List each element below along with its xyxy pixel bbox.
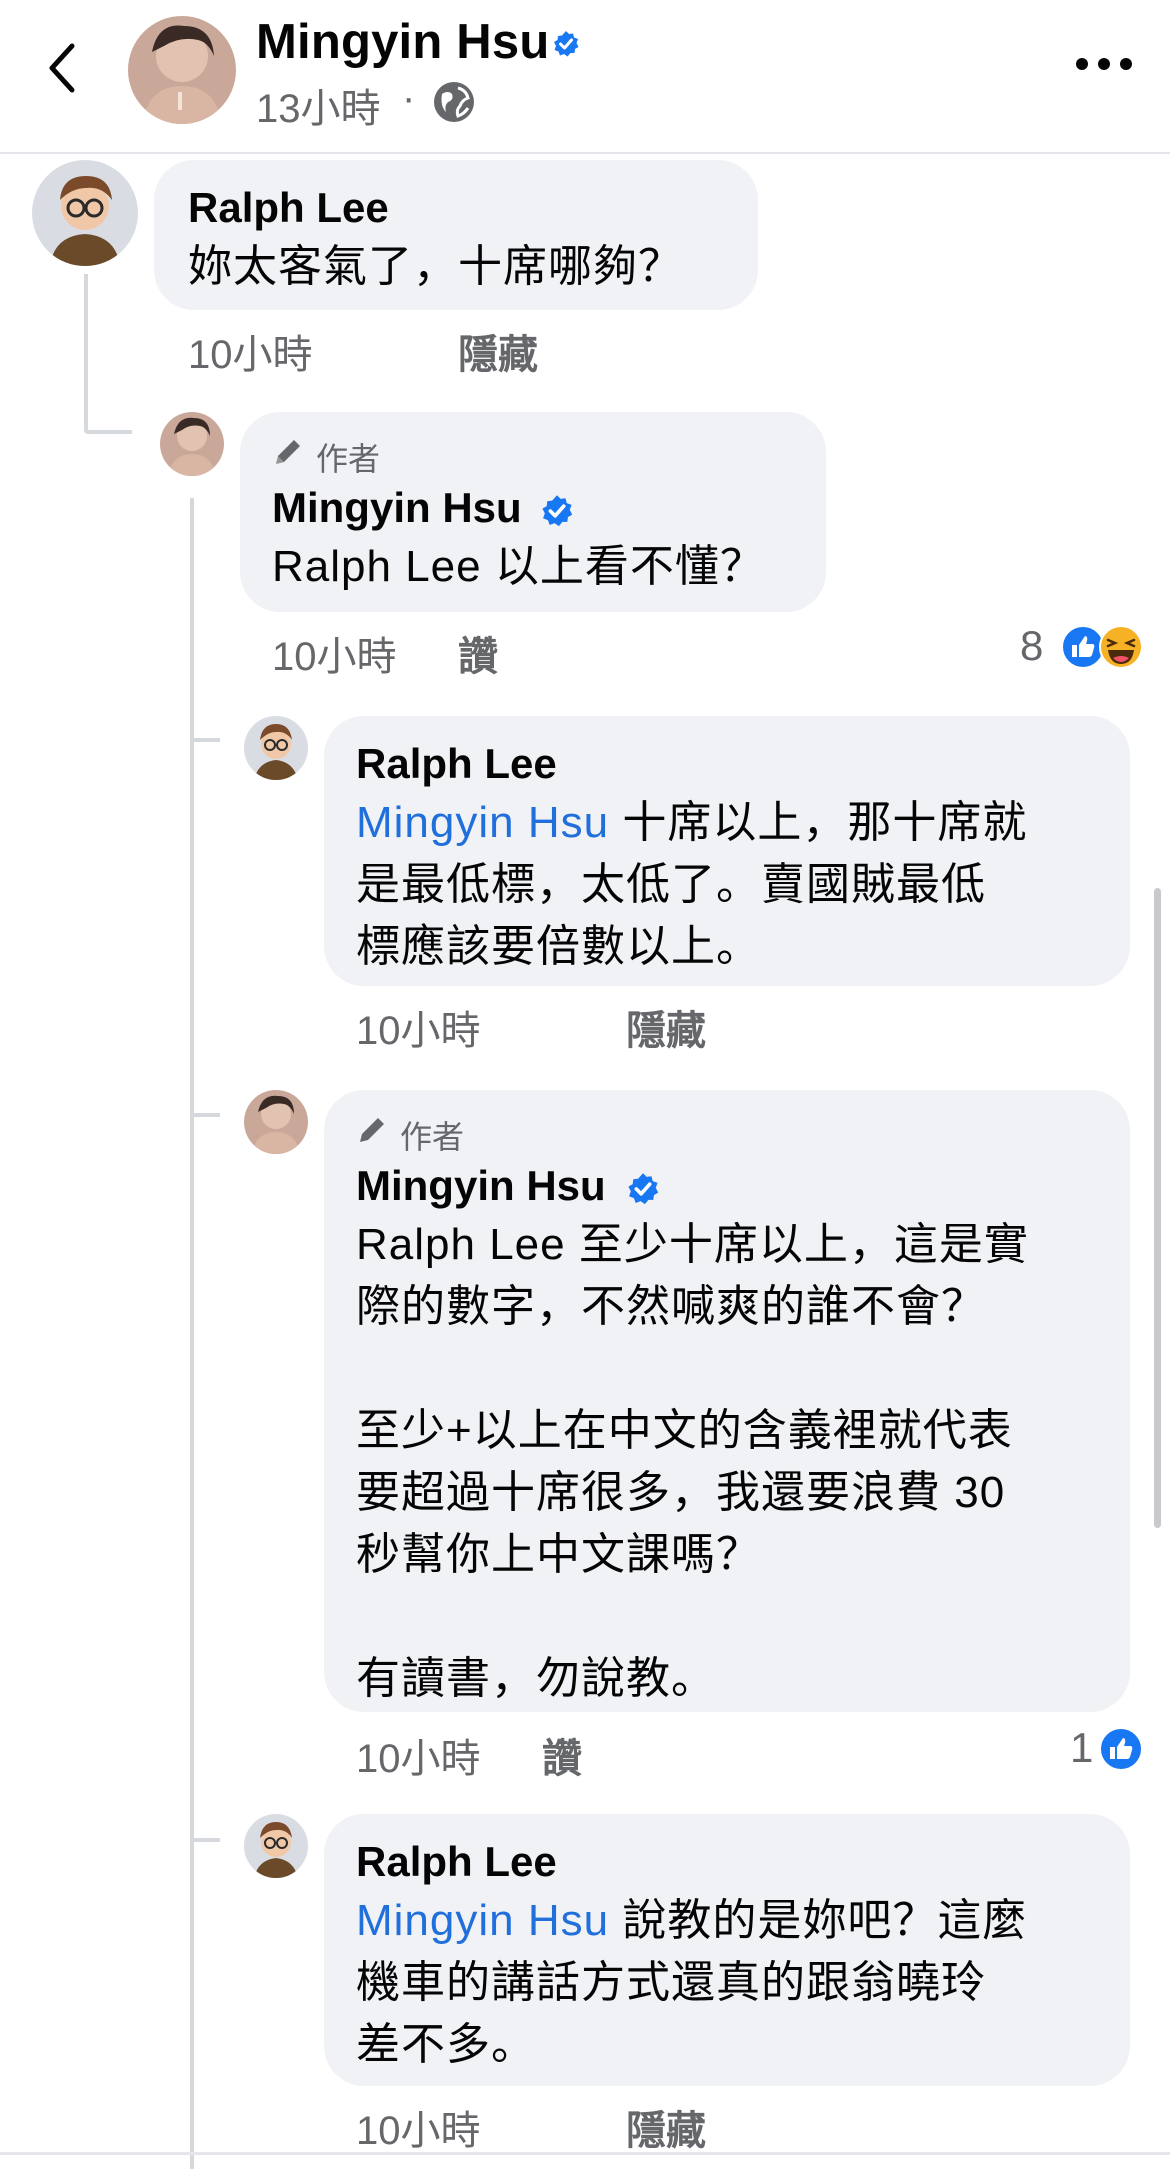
mention-link[interactable]: Mingyin Hsu xyxy=(356,798,609,847)
post-header: Mingyin Hsu 13小時 · xyxy=(0,0,1170,154)
commenter-avatar[interactable] xyxy=(244,1090,308,1154)
globe-icon xyxy=(434,82,474,122)
separator-dot: · xyxy=(402,76,416,120)
commenter-name[interactable]: Ralph Lee xyxy=(356,1838,557,1886)
author-badge: 作者 xyxy=(400,1119,465,1155)
bottom-divider xyxy=(0,2152,1170,2155)
comment-text-line: 說教的是妳吧？這麼 xyxy=(609,1896,1028,1945)
comment-text: Mingyin Hsu 十席以上，那十席就 xyxy=(356,792,1027,854)
post-time: 13小時 xyxy=(256,87,381,131)
comment-time: 10小時 xyxy=(356,1009,481,1053)
verified-badge-icon xyxy=(554,31,579,57)
comment-time: 10小時 xyxy=(188,333,313,377)
verified-badge-icon xyxy=(628,1173,659,1205)
hide-button[interactable]: 隱藏 xyxy=(626,998,706,1056)
verified-badge-icon xyxy=(542,495,573,527)
comment-time: 10小時 xyxy=(356,1737,481,1781)
pencil-icon xyxy=(276,440,300,464)
back-arrow-icon[interactable] xyxy=(42,38,82,98)
like-button[interactable]: 讚 xyxy=(542,1726,582,1784)
pencil-icon xyxy=(360,1118,384,1142)
comment-text: Ralph Lee 至少十席以上，這是實 際的數字，不然喊爽的誰不會？ 至少+以… xyxy=(356,1220,1029,1703)
thread-line xyxy=(190,1113,220,1117)
more-options-icon[interactable] xyxy=(1076,58,1136,82)
comment-text-line: 十席以上，那十席就 xyxy=(609,798,1028,847)
commenter-avatar[interactable] xyxy=(32,160,138,266)
comment-text: 是最低標，太低了。賣國賊最低 標應該要倍數以上。 xyxy=(356,860,986,971)
comment-text: Mingyin Hsu 說教的是妳吧？這麼 xyxy=(356,1890,1027,1952)
commenter-avatar[interactable] xyxy=(160,412,224,476)
haha-reaction-icon xyxy=(1099,625,1143,669)
comment-text: Ralph Lee 以上看不懂？ xyxy=(272,542,765,591)
mention-link[interactable]: Mingyin Hsu xyxy=(356,1896,609,1945)
like-reaction-icon xyxy=(1099,1727,1143,1771)
reaction-count[interactable]: 1 xyxy=(1070,1724,1093,1772)
comment-time: 10小時 xyxy=(272,635,397,679)
thread-line xyxy=(84,274,88,430)
author-name[interactable]: Mingyin Hsu xyxy=(256,14,549,70)
thread-line xyxy=(190,738,220,742)
thread-line xyxy=(84,430,132,434)
author-badge: 作者 xyxy=(316,441,381,477)
comment-text: 妳太客氣了，十席哪夠？ xyxy=(188,242,683,291)
commenter-avatar[interactable] xyxy=(244,716,308,780)
hide-button[interactable]: 隱藏 xyxy=(626,2098,706,2156)
commenter-name[interactable]: Ralph Lee xyxy=(356,740,557,788)
hide-button[interactable]: 隱藏 xyxy=(458,322,538,380)
scrollbar[interactable] xyxy=(1154,888,1161,1528)
thread-line xyxy=(190,1838,220,1842)
like-button[interactable]: 讚 xyxy=(458,624,498,682)
commenter-name[interactable]: Mingyin Hsu xyxy=(272,484,522,532)
author-avatar[interactable] xyxy=(128,16,236,124)
commenter-name[interactable]: Mingyin Hsu xyxy=(356,1162,606,1210)
commenter-avatar[interactable] xyxy=(244,1814,308,1878)
comment-text: 機車的講話方式還真的跟翁曉玲 差不多。 xyxy=(356,1958,986,2069)
reaction-count[interactable]: 8 xyxy=(1020,622,1043,670)
comment-time: 10小時 xyxy=(356,2109,481,2153)
thread-line xyxy=(190,498,194,2169)
commenter-name[interactable]: Ralph Lee xyxy=(188,184,389,232)
